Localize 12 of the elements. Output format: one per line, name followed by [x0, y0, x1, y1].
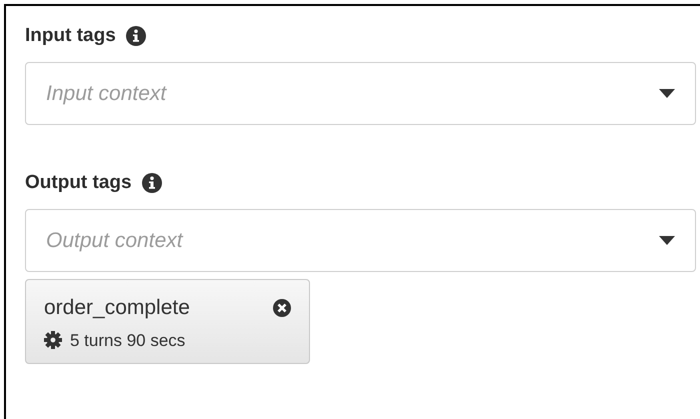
section-heading: Output tags — [25, 170, 132, 195]
context-select[interactable]: Input context — [25, 62, 696, 125]
settings-icon[interactable] — [44, 331, 62, 350]
tag-name: order_complete — [44, 295, 190, 321]
tag-lifespan: 5 turns 90 secs — [70, 330, 186, 352]
section-heading: Input tags — [25, 24, 116, 48]
info-icon[interactable] — [142, 173, 162, 193]
info-icon[interactable] — [126, 26, 146, 46]
caret-icon — [659, 236, 675, 245]
context-select[interactable]: Output context — [25, 209, 696, 272]
caret-icon — [659, 89, 675, 98]
remove-icon[interactable] — [273, 298, 291, 317]
